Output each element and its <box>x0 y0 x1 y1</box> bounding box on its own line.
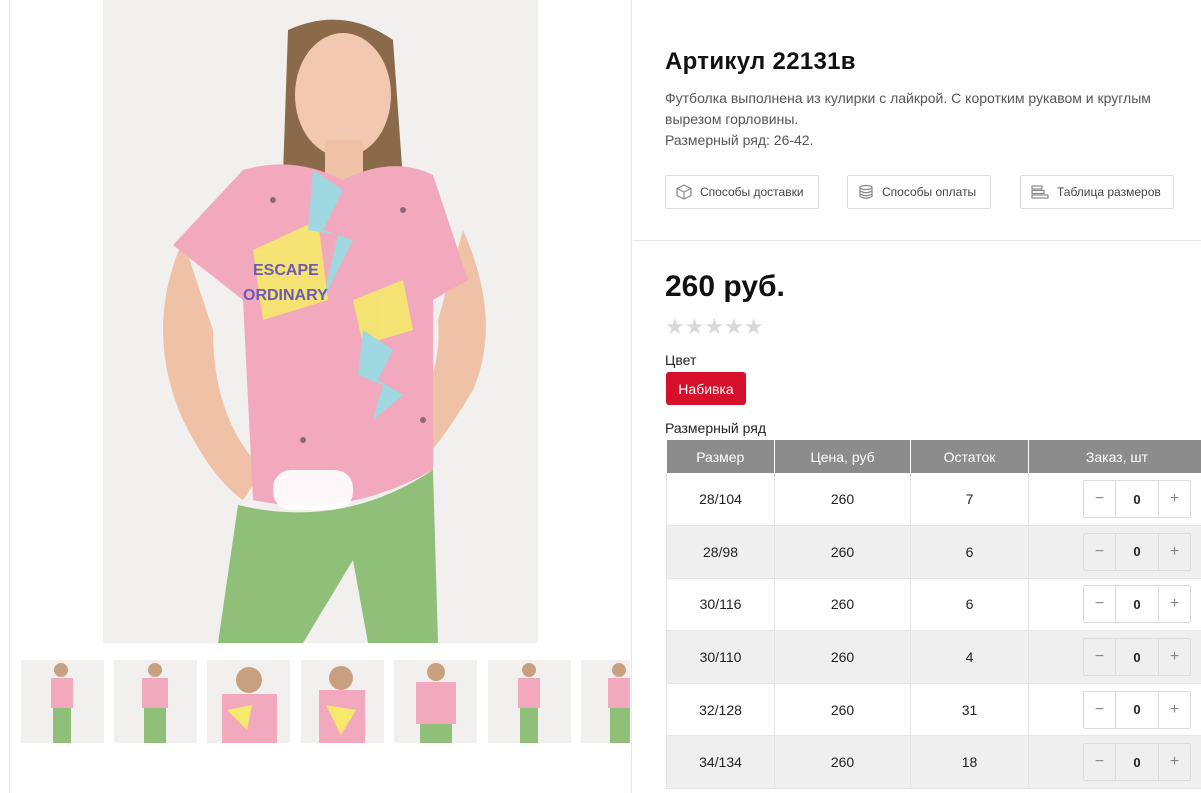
quantity-stepper: − 0 + <box>1083 532 1191 571</box>
stock-cell: 6 <box>910 578 1029 632</box>
quantity-input[interactable]: 0 <box>1115 691 1159 728</box>
increment-button[interactable]: + <box>1159 744 1190 780</box>
column-header-stock: Остаток <box>910 440 1029 473</box>
column-header-order: Заказ, шт <box>1028 440 1201 473</box>
table-row: 28/104 260 7 − 0 + <box>666 473 1201 527</box>
product-price: 260 руб. <box>665 270 785 303</box>
delivery-link[interactable]: Способы доставки <box>665 175 819 209</box>
size-cell: 30/116 <box>666 578 775 632</box>
svg-text:ESCAPE: ESCAPE <box>253 262 319 279</box>
product-description: Футболка выполнена из кулирки с лайкрой.… <box>665 88 1195 151</box>
order-cell: − 0 + <box>1028 735 1201 790</box>
size-cell: 30/110 <box>666 630 775 684</box>
stock-cell: 31 <box>910 683 1029 737</box>
quantity-input[interactable]: 0 <box>1115 744 1159 781</box>
increment-button[interactable]: + <box>1159 534 1190 570</box>
quantity-input[interactable]: 0 <box>1115 533 1159 570</box>
thumbnail-7[interactable] <box>581 660 630 743</box>
size-table-link[interactable]: Таблица размеров <box>1020 175 1174 209</box>
table-row: 32/128 260 31 − 0 + <box>666 683 1201 737</box>
section-divider <box>633 240 1201 241</box>
quantity-input[interactable]: 0 <box>1115 481 1159 518</box>
table-row: 30/116 260 6 − 0 + <box>666 578 1201 632</box>
increment-button[interactable]: + <box>1159 692 1190 728</box>
table-row: 28/98 260 6 − 0 + <box>666 525 1201 579</box>
increment-button[interactable]: + <box>1159 639 1190 675</box>
quantity-stepper: − 0 + <box>1083 585 1191 624</box>
increment-button[interactable]: + <box>1159 481 1190 517</box>
decrement-button[interactable]: − <box>1084 481 1115 517</box>
stock-cell: 18 <box>910 735 1029 790</box>
description-text: Футболка выполнена из кулирки с лайкрой.… <box>665 90 1151 127</box>
size-cell: 34/134 <box>666 735 775 790</box>
delivery-link-label: Способы доставки <box>700 185 804 199</box>
increment-button[interactable]: + <box>1159 586 1190 622</box>
thumbnail-1[interactable] <box>21 660 104 743</box>
thumbnail-strip <box>21 660 630 743</box>
color-option-button[interactable]: Набивка <box>666 372 746 405</box>
size-range-label: Размерный ряд <box>665 420 767 436</box>
coins-icon <box>859 184 873 199</box>
stack-icon <box>1031 185 1049 199</box>
price-cell: 260 <box>774 735 911 790</box>
quantity-stepper: − 0 + <box>1083 480 1191 519</box>
order-cell: − 0 + <box>1028 683 1201 737</box>
thumbnail-5[interactable] <box>394 660 477 743</box>
quantity-input[interactable]: 0 <box>1115 639 1159 676</box>
thumbnail-4[interactable] <box>301 660 384 743</box>
column-header-size: Размер <box>666 440 775 473</box>
column-header-price: Цена, руб <box>774 440 911 473</box>
table-row: 34/134 260 18 − 0 + <box>666 735 1201 790</box>
stock-cell: 4 <box>910 630 1029 684</box>
order-cell: − 0 + <box>1028 578 1201 632</box>
size-cell: 32/128 <box>666 683 775 737</box>
decrement-button[interactable]: − <box>1084 534 1115 570</box>
size-order-table: Размер Цена, руб Остаток Заказ, шт 28/10… <box>666 440 1201 790</box>
order-cell: − 0 + <box>1028 473 1201 527</box>
rating-stars[interactable]: ★★★★★ <box>665 314 764 340</box>
payment-link-label: Способы оплаты <box>882 185 977 199</box>
decrement-button[interactable]: − <box>1084 692 1115 728</box>
price-cell: 260 <box>774 525 911 579</box>
product-title: Артикул 22131в <box>665 48 856 75</box>
order-cell: − 0 + <box>1028 630 1201 684</box>
size-table-link-label: Таблица размеров <box>1057 185 1161 199</box>
quantity-stepper: − 0 + <box>1083 638 1191 677</box>
table-row: 30/110 260 4 − 0 + <box>666 630 1201 684</box>
price-cell: 260 <box>774 578 911 632</box>
size-range-text: Размерный ряд: 26-42. <box>665 132 814 148</box>
table-header-row: Размер Цена, руб Остаток Заказ, шт <box>666 440 1201 473</box>
quantity-stepper: − 0 + <box>1083 690 1191 729</box>
decrement-button[interactable]: − <box>1084 744 1115 780</box>
svg-text:ORDINARY: ORDINARY <box>243 287 328 304</box>
product-gallery: ESCAPE ORDINARY <box>0 0 632 793</box>
size-cell: 28/98 <box>666 525 775 579</box>
main-product-photo[interactable]: ESCAPE ORDINARY <box>103 0 538 643</box>
product-info: Артикул 22131в Футболка выполнена из кул… <box>633 0 1201 793</box>
thumbnail-3[interactable] <box>207 660 290 743</box>
price-cell: 260 <box>774 473 911 527</box>
stock-cell: 6 <box>910 525 1029 579</box>
thumbnail-2[interactable] <box>114 660 197 743</box>
payment-link[interactable]: Способы оплаты <box>847 175 991 209</box>
quantity-input[interactable]: 0 <box>1115 586 1159 623</box>
decrement-button[interactable]: − <box>1084 639 1115 675</box>
box-icon <box>676 184 692 200</box>
color-label: Цвет <box>665 352 697 368</box>
price-cell: 260 <box>774 630 911 684</box>
thumbnail-6[interactable] <box>488 660 571 743</box>
stock-cell: 7 <box>910 473 1029 527</box>
decrement-button[interactable]: − <box>1084 586 1115 622</box>
order-cell: − 0 + <box>1028 525 1201 579</box>
price-cell: 260 <box>774 683 911 737</box>
quantity-stepper: − 0 + <box>1083 743 1191 782</box>
size-cell: 28/104 <box>666 473 775 527</box>
